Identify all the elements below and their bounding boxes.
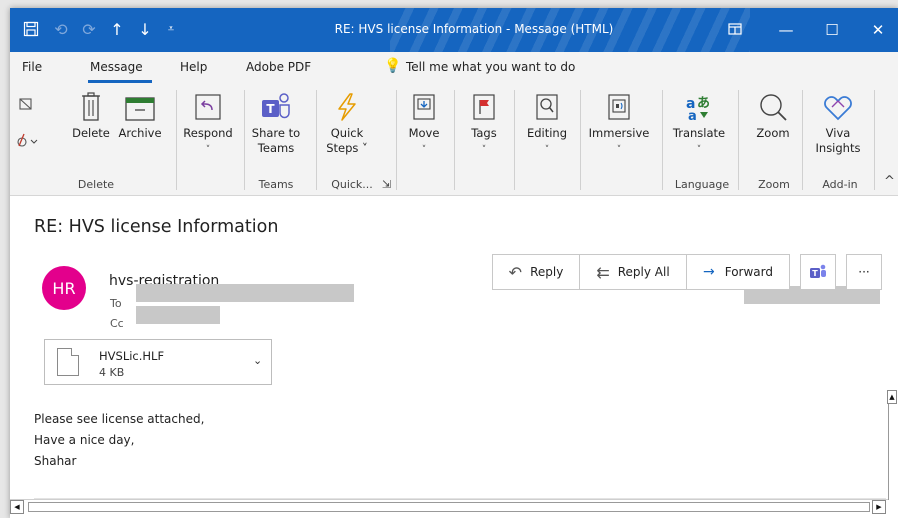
active-tab-indicator [88,80,152,83]
cc-label: Cc [110,317,124,330]
share-to-teams-action-button[interactable]: T [800,254,836,290]
collapse-ribbon-icon[interactable]: ^ [884,174,895,189]
ribbon-separator [176,90,177,190]
ribbon-separator [316,90,317,190]
reply-button[interactable]: ↶ Reply [492,254,580,290]
tags-button[interactable]: Tags ˅ [462,92,506,158]
menu-bar: File Message Help Adobe PDF 💡 Tell me wh… [10,52,898,84]
ribbon-separator [396,90,397,190]
lightbulb-icon: 💡 [384,58,402,74]
redacted-recipient [136,284,354,302]
respond-button[interactable]: Respond ˅ [180,92,236,158]
group-label-delete: Delete [77,178,115,191]
scroll-right-icon[interactable]: ▶ [872,500,886,514]
ribbon: Delete Archive Delete Respond ˅ T Share t… [10,84,898,196]
minimize-button[interactable]: — [764,8,808,52]
ribbon-separator [244,90,245,190]
share-to-teams-button[interactable]: T Share to Teams [246,92,306,156]
message-subject: RE: HVS license Information [34,217,279,237]
group-label-language: Language [674,178,730,191]
body-line: Have a nice day, [34,433,135,447]
delete-button[interactable]: Delete [66,92,116,141]
outlook-message-window: ⟲ ⟳ ↑ ↓ ⩡ RE: HVS license Information - … [10,8,898,518]
ignore-icon[interactable] [18,96,34,116]
tell-me-search[interactable]: Tell me what you want to do [406,60,575,74]
forward-button[interactable]: → Forward [686,254,790,290]
attachment-card[interactable]: HVSLic.HLF 4 KB ⌄ [44,339,272,385]
title-bar: ⟲ ⟳ ↑ ↓ ⩡ RE: HVS license Information - … [10,8,898,52]
group-label-zoom: Zoom [758,178,790,191]
quick-steps-button[interactable]: Quick Steps ˅ [320,92,374,156]
avatar: HR [42,266,86,310]
maximize-button[interactable]: ☐ [810,8,854,52]
more-actions-button[interactable]: ··· [846,254,882,290]
ribbon-separator [514,90,515,190]
scrollbar-thumb[interactable] [28,502,870,512]
svg-text:T: T [812,269,818,278]
chevron-down-icon: ˅ [544,145,550,155]
menu-file[interactable]: File [22,60,42,74]
cleanup-icon[interactable] [16,132,38,152]
vertical-scrollbar[interactable]: ▲ [887,390,898,500]
zoom-button[interactable]: Zoom [748,92,798,141]
attachment-name: HVSLic.HLF [99,349,165,363]
teams-icon: T [810,264,826,278]
viva-insights-button[interactable]: Viva Insights [810,92,866,156]
dialog-launcher-icon[interactable]: ⇲ [382,178,391,191]
chevron-down-icon: ˅ [481,145,487,155]
svg-text:a: a [688,109,697,122]
chevron-down-icon: ˅ [205,145,211,155]
editing-button[interactable]: Editing ˅ [522,92,572,158]
ribbon-separator [874,90,875,190]
group-label-quick-steps: Quick... [331,178,373,191]
reply-icon: ↶ [508,262,523,282]
move-button[interactable]: Move ˅ [402,92,446,158]
ribbon-separator [662,90,663,190]
ribbon-separator [580,90,581,190]
redacted-cc [136,306,220,324]
forward-icon: → [703,264,715,280]
archive-button[interactable]: Archive [114,92,166,141]
close-button[interactable]: ✕ [856,8,898,52]
file-icon [57,348,79,376]
ribbon-separator [738,90,739,190]
to-label: To [110,297,122,310]
ribbon-separator [454,90,455,190]
ribbon-display-options-icon[interactable] [724,18,746,40]
menu-adobe-pdf[interactable]: Adobe PDF [246,60,311,74]
translate-button[interactable]: aあa Translate ˅ [668,92,730,158]
chevron-down-icon: ˅ [421,145,427,155]
scroll-left-icon[interactable]: ◀ [10,500,24,514]
chevron-down-icon[interactable]: ⌄ [253,354,262,367]
attachment-size: 4 KB [99,366,125,379]
scroll-up-icon[interactable]: ▲ [887,390,897,404]
group-label-add-in: Add-in [822,178,858,191]
horizontal-scrollbar[interactable]: ◀ ▶ [10,499,888,514]
ribbon-separator [802,90,803,190]
menu-help[interactable]: Help [180,60,207,74]
group-label-teams: Teams [258,178,294,191]
body-line: Please see license attached, [34,412,205,426]
reply-all-icon: ⇇ [596,262,610,282]
reply-all-button[interactable]: ⇇ Reply All [579,254,687,290]
body-line: Shahar [34,454,77,468]
svg-text:T: T [266,102,275,116]
menu-message[interactable]: Message [90,60,143,74]
chevron-down-icon: ˅ [616,145,622,155]
immersive-reader-button[interactable]: Immersive ˅ [586,92,652,158]
chevron-down-icon: ˅ [696,145,702,155]
svg-text:あ: あ [697,96,710,111]
